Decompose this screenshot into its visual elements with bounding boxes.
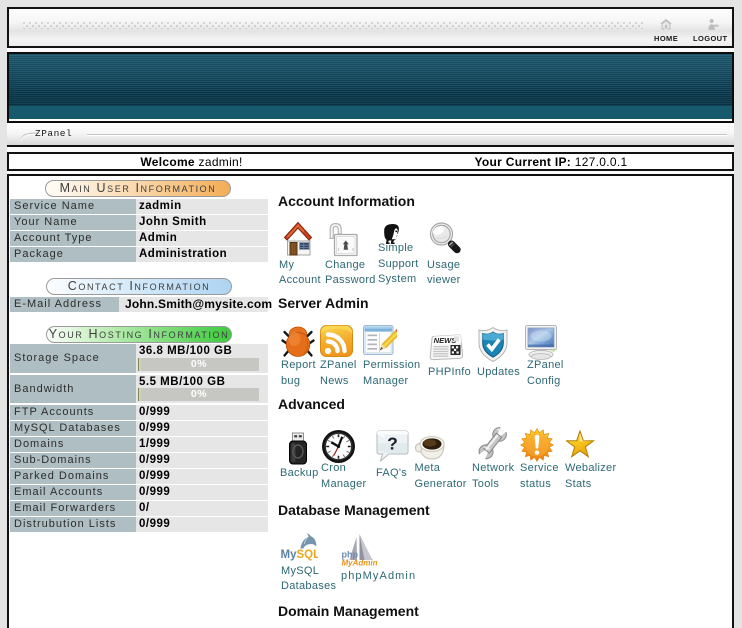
svg-text:NEWS: NEWS: [434, 336, 457, 345]
svg-text:MyAdmin: MyAdmin: [342, 559, 378, 568]
svg-text:?: ?: [387, 434, 398, 454]
svg-text:SQL: SQL: [297, 549, 319, 561]
svg-text:My: My: [281, 549, 298, 561]
